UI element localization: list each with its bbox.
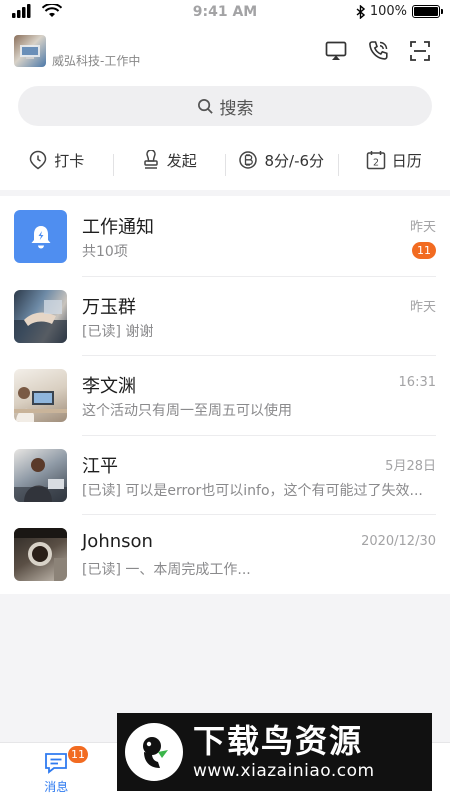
quick-action-label: 发起 [166,151,197,170]
conversation-row-work-notice[interactable]: 工作通知 共10项 昨天 11 [0,196,450,277]
contact-avatar [14,528,67,581]
scan-icon[interactable] [408,39,432,63]
conversation-name: Johnson [82,531,153,552]
org-status-label[interactable]: 威弘科技-工作中 [52,52,140,69]
conversation-row-wan-yuqun[interactable]: 万玉群 [已读] 谢谢 昨天 [0,276,450,356]
search-bar[interactable]: 搜索 [18,86,432,126]
conversation-preview: [已读] 可以是error也可以info，这个有可能过了失效... [82,482,423,499]
quick-actions: 打卡 发起 8分/-6分 2 日历 [0,144,450,176]
conversation-name: 万玉群 [82,296,136,318]
quick-action-initiate[interactable]: 发起 [112,150,226,176]
contact-avatar [14,289,67,343]
contact-avatar [14,369,67,422]
watermark-text: 下载鸟资源 www.xiazainiao.com [193,722,375,782]
calendar-icon: 2 [366,151,385,170]
conversation-time: 16:31 [398,375,436,390]
quick-action-label: 日历 [391,151,422,170]
phone-icon[interactable] [366,39,390,63]
battery-percent: 100% [369,4,407,19]
conversation-time: 昨天 [409,299,436,315]
conversation-row-li-wenyuan[interactable]: 李文渊 这个活动只有周一至周五可以使用 16:31 [0,355,450,436]
watermark-banner: 下载鸟资源 www.xiazainiao.com [117,713,432,791]
search-icon [197,98,213,114]
message-icon [45,753,68,774]
screen-cast-icon[interactable] [324,39,348,63]
conversation-time: 昨天 [409,220,436,235]
tab-messages[interactable]: 消息 11 [0,743,113,800]
tab-label: 消息 [44,780,69,794]
conversation-time: 5月28日 [385,458,436,474]
battery-icon [412,5,443,18]
org-avatar[interactable] [14,35,46,67]
calendar-icon-day: 2 [373,158,379,169]
tab-unread-badge: 11 [68,746,88,763]
quick-action-label: 打卡 [54,151,85,170]
conversation-time: 2020/12/30 [361,534,436,549]
header: 威弘科技-工作中 搜索 打卡 发起 8分/-6分 2 日历 [0,26,450,190]
conversation-name: 李文渊 [82,376,136,397]
conversation-name: 江平 [82,455,118,477]
work-notice-avatar [14,210,67,263]
quick-action-points[interactable]: 8分/-6分 [225,150,338,176]
conversation-row-jiang-ping[interactable]: 江平 [已读] 可以是error也可以info，这个有可能过了失效... 5月2… [0,435,450,515]
conversation-preview: [已读] 一、本周完成工作... [82,562,251,578]
contact-avatar [14,448,67,502]
unread-badge: 11 [412,242,436,259]
bird-logo-icon [125,723,183,781]
quick-action-calendar[interactable]: 2 日历 [337,150,450,176]
status-right: 100% [356,4,443,19]
status-bar: 9:41 AM 100% [0,0,450,26]
conversation-name: 工作通知 [82,217,154,238]
header-actions [324,39,432,63]
conversation-preview: [已读] 谢谢 [82,323,154,340]
bell-icon [31,225,50,248]
quick-action-label: 8分/-6分 [264,151,325,170]
watermark-url: www.xiazainiao.com [193,761,375,781]
location-pin-icon [29,150,47,170]
coin-icon [239,151,258,169]
search-placeholder: 搜索 [219,98,254,119]
watermark-title: 下载鸟资源 [193,722,364,760]
conversation-row-johnson[interactable]: Johnson [已读] 一、本周完成工作... 2020/12/30 [0,514,450,594]
conversation-preview: 共10项 [82,244,128,260]
bluetooth-icon [356,4,365,19]
quick-action-checkin[interactable]: 打卡 [0,150,113,171]
conversation-preview: 这个活动只有周一至周五可以使用 [82,403,292,419]
approval-stamp-icon [143,150,158,169]
conversation-list: 工作通知 共10项 昨天 11 万玉群 [已读] 谢谢 昨天 李文渊 这个活动只… [0,196,450,594]
